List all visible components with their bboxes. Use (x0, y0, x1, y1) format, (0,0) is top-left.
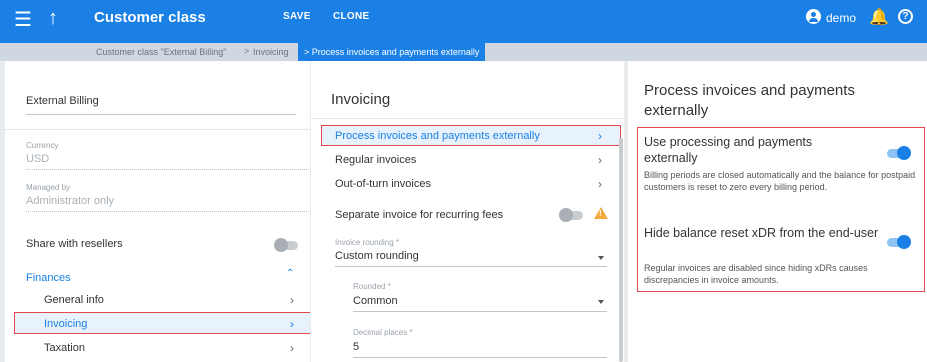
option-hide-balance-reset-description: Regular invoices are disabled since hidi… (644, 263, 868, 285)
separate-invoice-label: Separate invoice for recurring fees (335, 209, 504, 221)
user-icon[interactable] (806, 9, 821, 24)
divider (335, 266, 607, 267)
chevron-right-icon: › (290, 341, 294, 355)
panel-heading: Process invoices and payments externally (644, 82, 855, 119)
divider (26, 169, 310, 170)
menu-item-process-externally[interactable]: Process invoices and payments externally (335, 130, 540, 142)
chevron-right-icon: › (290, 293, 294, 307)
divider (26, 114, 296, 115)
divider (26, 211, 310, 212)
breadcrumb-item-invoicing[interactable]: Invoicing (253, 47, 289, 57)
currency-value: USD (26, 153, 50, 165)
top-bar: ☰ ↑ Customer class SAVE CLONE demo 🔔 ? (0, 0, 927, 43)
breadcrumb-separator: > (244, 46, 250, 56)
user-name[interactable]: demo (826, 11, 856, 25)
managed-by-label: Managed by (26, 183, 71, 192)
panel-title: Invoicing (331, 91, 391, 108)
nav-item-invoicing[interactable]: Invoicing (44, 318, 87, 330)
breadcrumb-item-current: > Process invoices and payments external… (298, 43, 486, 61)
share-with-resellers-toggle[interactable] (274, 238, 298, 252)
chevron-right-icon: › (598, 177, 602, 191)
separate-invoice-toggle[interactable] (559, 208, 583, 222)
option-use-processing-externally-label: Use processing and payments externally (644, 135, 813, 165)
option-use-processing-externally-toggle[interactable] (887, 146, 911, 160)
divider (353, 311, 607, 312)
chevron-up-icon[interactable]: ⌃ (286, 268, 294, 279)
divider (353, 357, 607, 358)
chevron-right-icon: › (598, 153, 602, 167)
breadcrumb: Customer class "External Billing" > Invo… (0, 43, 927, 61)
help-icon[interactable]: ? (898, 9, 913, 24)
decimal-places-field[interactable]: 5 (353, 341, 359, 353)
dropdown-arrow-icon[interactable] (598, 300, 604, 304)
save-button[interactable]: SAVE (283, 11, 311, 22)
option-use-processing-externally-description: Billing periods are closed automatically… (644, 170, 916, 192)
currency-label: Currency (26, 141, 59, 150)
clone-button[interactable]: CLONE (333, 11, 370, 22)
warning-icon (594, 207, 608, 219)
rounded-select[interactable]: Common (353, 295, 398, 307)
arrow-up-icon[interactable]: ↑ (48, 8, 58, 28)
divider (311, 118, 624, 119)
invoice-rounding-label: Invoice rounding * (335, 238, 400, 247)
option-hide-balance-reset-label: Hide balance reset xDR from the end-user (644, 226, 879, 240)
right-panel: Process invoices and payments externally… (628, 61, 927, 362)
rounded-label: Rounded * (353, 282, 391, 291)
menu-item-out-of-turn-invoices[interactable]: Out-of-turn invoices (335, 178, 431, 190)
finances-section[interactable]: Finances (26, 272, 71, 284)
dropdown-arrow-icon[interactable] (598, 256, 604, 260)
nav-item-general-info[interactable]: General info (44, 294, 104, 306)
nav-item-taxation[interactable]: Taxation (44, 342, 85, 354)
menu-item-regular-invoices[interactable]: Regular invoices (335, 154, 416, 166)
breadcrumb-item-customer-class[interactable]: Customer class "External Billing" (96, 47, 226, 57)
chevron-right-icon: › (290, 317, 294, 331)
menu-icon[interactable]: ☰ (14, 10, 32, 30)
middle-panel: Invoicing Process invoices and payments … (311, 61, 624, 362)
option-hide-balance-reset-toggle[interactable] (887, 235, 911, 249)
left-panel: External Billing Currency USD Managed by… (5, 61, 310, 362)
managed-by-value: Administrator only (26, 195, 115, 207)
chevron-right-icon: › (598, 129, 602, 143)
class-name-field[interactable]: External Billing (26, 95, 99, 107)
scrollbar[interactable] (619, 138, 623, 362)
decimal-places-label: Decimal places * (353, 328, 413, 337)
share-with-resellers-label: Share with resellers (26, 238, 123, 250)
divider (5, 129, 310, 130)
page-title: Customer class (94, 9, 206, 26)
bell-icon[interactable]: 🔔 (869, 7, 889, 27)
invoice-rounding-select[interactable]: Custom rounding (335, 250, 419, 262)
